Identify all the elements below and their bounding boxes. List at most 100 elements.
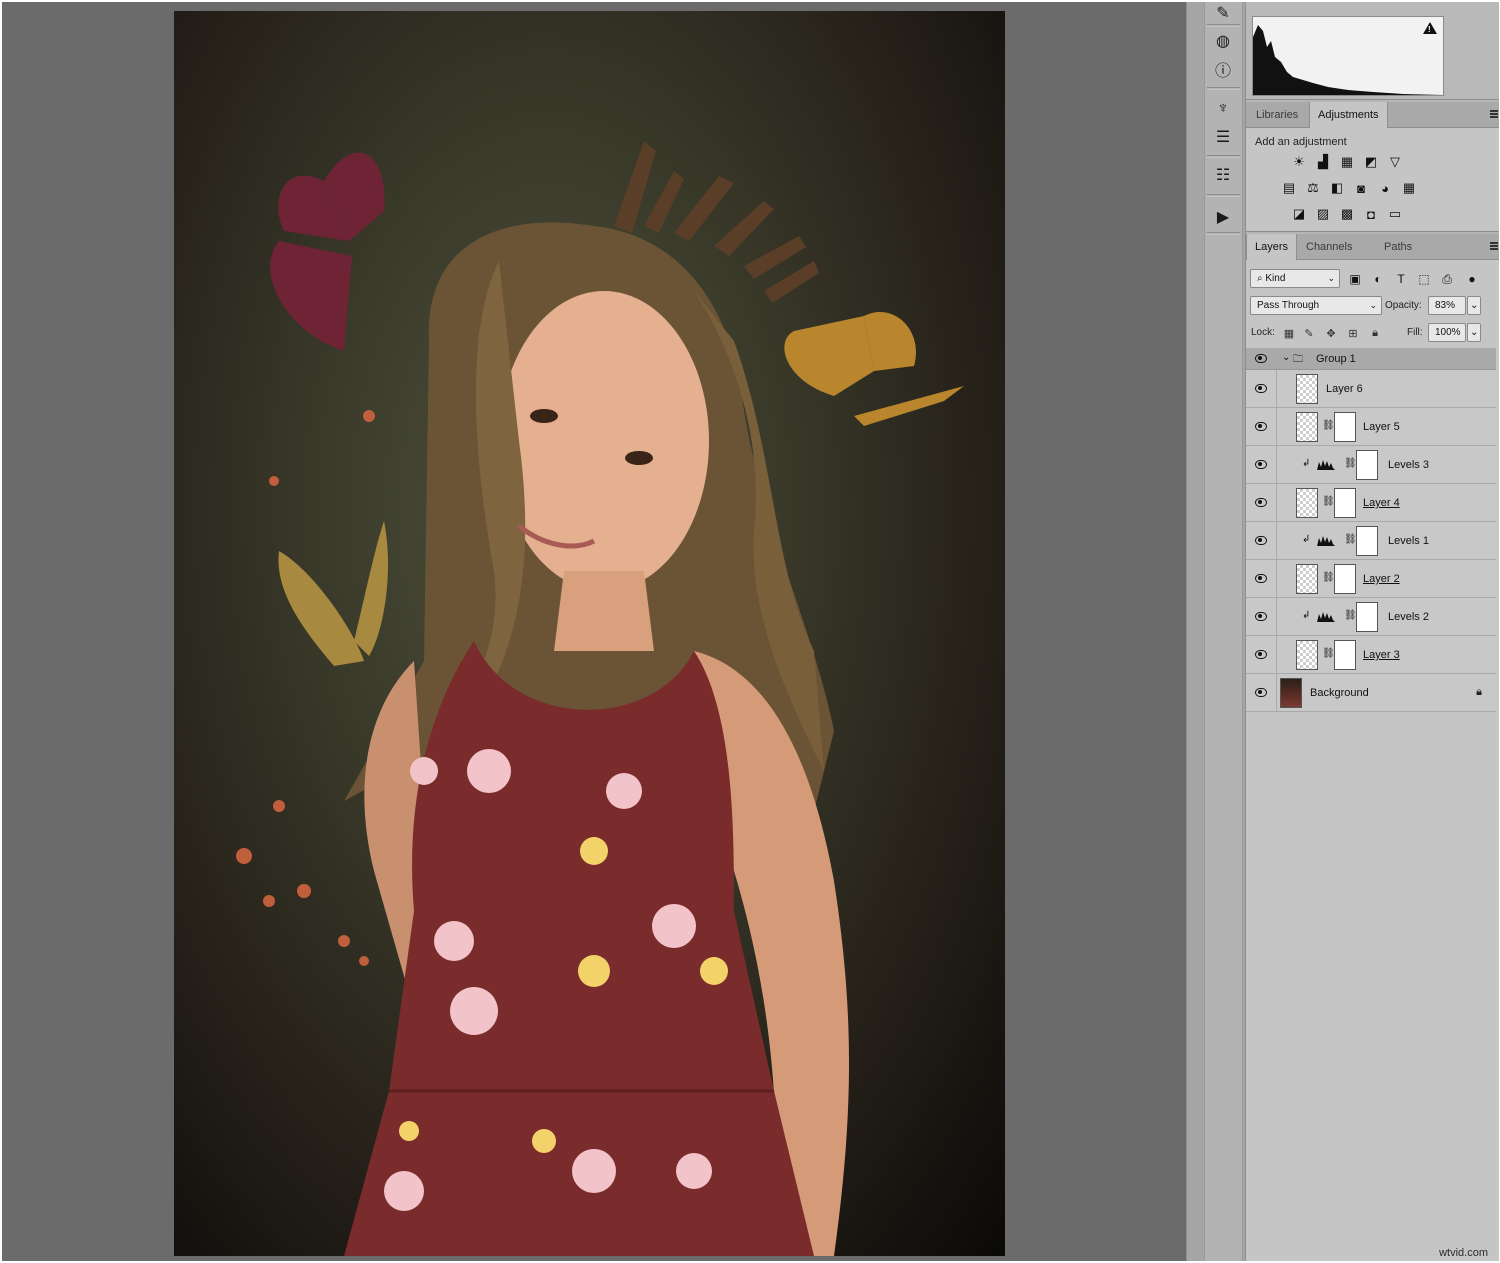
layer-name: Group 1 xyxy=(1316,353,1356,365)
threshold-icon[interactable]: ▩ xyxy=(1338,205,1356,223)
selective-color-icon[interactable]: ◘ xyxy=(1362,205,1380,223)
layer-row[interactable]: ↲ ⛓ Levels 3 xyxy=(1246,446,1496,484)
eye-icon[interactable] xyxy=(1255,497,1267,507)
lock-artboard-icon[interactable]: ⊞ xyxy=(1346,326,1360,340)
eye-icon[interactable] xyxy=(1255,383,1267,393)
actions-play-icon[interactable]: ▶ xyxy=(1211,206,1235,228)
link-icon[interactable]: ⛓ xyxy=(1322,496,1335,507)
color-lookup-icon[interactable]: ▦ xyxy=(1400,179,1418,197)
histogram-graph: ! xyxy=(1252,16,1444,96)
gradient-map-icon[interactable]: ▭ xyxy=(1386,205,1404,223)
shape-filter-icon[interactable]: ⬚ xyxy=(1416,271,1432,287)
brushes-icon[interactable]: ♆ xyxy=(1211,98,1235,120)
fill-field[interactable]: 100% xyxy=(1428,323,1466,342)
clipping-arrow-icon: ↲ xyxy=(1302,534,1311,545)
folder-icon: 🗀︎ xyxy=(1293,354,1303,365)
layer-name: Layer 4 xyxy=(1363,497,1400,509)
link-icon[interactable]: ⛓ xyxy=(1322,572,1335,583)
eye-icon[interactable] xyxy=(1255,649,1267,659)
brush-settings-icon[interactable]: ✎ xyxy=(1211,2,1235,24)
history-icon[interactable]: ☷ xyxy=(1211,164,1235,186)
lock-icon[interactable]: 🔒︎ xyxy=(1476,686,1482,699)
fill-label: Fill: xyxy=(1407,327,1423,338)
blend-mode-select[interactable]: Pass Through ⌄ xyxy=(1250,296,1382,315)
exposure-icon[interactable]: ◩ xyxy=(1362,153,1380,171)
layer-row[interactable]: ↲ ⛓ Levels 2 xyxy=(1246,598,1496,636)
invert-icon[interactable]: ◪ xyxy=(1290,205,1308,223)
lock-image-icon[interactable]: ✎ xyxy=(1302,326,1316,340)
layer-row[interactable]: ⛓ Layer 3 xyxy=(1246,636,1496,674)
adjustment-filter-icon[interactable]: ◐ xyxy=(1370,271,1386,287)
chevron-down-icon: ⌄ xyxy=(1369,300,1377,310)
pixel-filter-icon[interactable]: ▣ xyxy=(1347,271,1363,287)
layer-row[interactable]: ⛓ Layer 2 xyxy=(1246,560,1496,598)
link-icon[interactable]: ⛓ xyxy=(1344,458,1357,469)
tab-libraries[interactable]: Libraries xyxy=(1248,102,1306,128)
layer-row[interactable]: ↲ ⛓ Levels 1 xyxy=(1246,522,1496,560)
layer-name: Layer 3 xyxy=(1363,649,1400,661)
lock-all-icon[interactable]: 🔒︎ xyxy=(1368,326,1382,340)
levels-icon xyxy=(1317,612,1335,622)
brightness-contrast-icon[interactable]: ☀ xyxy=(1290,153,1308,171)
smart-object-filter-icon[interactable]: ⎙ xyxy=(1439,271,1455,287)
histogram-chart xyxy=(1253,25,1443,95)
filter-toggle-icon[interactable]: ● xyxy=(1464,271,1480,287)
vibrance-icon[interactable]: ▽ xyxy=(1386,153,1404,171)
color-balance-icon[interactable]: ⚖ xyxy=(1304,179,1322,197)
layer-row-background[interactable]: Background 🔒︎ xyxy=(1246,674,1496,712)
lock-position-icon[interactable]: ✥ xyxy=(1324,326,1338,340)
levels-icon xyxy=(1317,536,1335,546)
link-icon[interactable]: ⛓ xyxy=(1322,648,1335,659)
dock-separator xyxy=(1207,24,1240,27)
link-icon[interactable]: ⛓ xyxy=(1344,610,1357,621)
link-icon[interactable]: ⛓ xyxy=(1344,534,1357,545)
panel-menu-icon[interactable] xyxy=(1490,242,1498,250)
hue-saturation-icon[interactable]: ▤ xyxy=(1280,179,1298,197)
eye-icon[interactable] xyxy=(1255,353,1267,363)
tab-adjustments[interactable]: Adjustments xyxy=(1309,102,1388,129)
right-panels: ! Libraries Adjustments Add an adjustmen… xyxy=(1245,2,1499,1261)
chevron-down-icon[interactable]: ⌄ xyxy=(1282,352,1290,363)
document-image[interactable] xyxy=(174,11,1005,1256)
type-filter-icon[interactable]: T xyxy=(1393,271,1409,287)
channel-mixer-icon[interactable]: ◕ xyxy=(1376,179,1394,197)
lock-transparent-icon[interactable]: ▦ xyxy=(1282,326,1296,340)
levels-icon[interactable]: ▟ xyxy=(1314,153,1332,171)
cache-warning-icon[interactable]: ! xyxy=(1423,22,1437,34)
eye-icon[interactable] xyxy=(1255,573,1267,583)
clipping-arrow-icon: ↲ xyxy=(1302,458,1311,469)
fill-dropdown[interactable]: ⌄ xyxy=(1467,323,1481,342)
layer-row[interactable]: Layer 6 xyxy=(1246,370,1496,408)
black-white-icon[interactable]: ◧ xyxy=(1328,179,1346,197)
tab-channels[interactable]: Channels xyxy=(1298,234,1360,260)
layer-mask-thumbnail xyxy=(1356,602,1378,632)
properties-icon[interactable]: ☰ xyxy=(1211,126,1235,148)
layer-mask-thumbnail xyxy=(1334,488,1356,518)
filter-kind-select[interactable]: ⌕ Kind ⌄ xyxy=(1250,269,1340,288)
clipping-arrow-icon: ↲ xyxy=(1302,610,1311,621)
tab-layers[interactable]: Layers xyxy=(1246,234,1298,261)
eye-icon[interactable] xyxy=(1255,421,1267,431)
canvas-area[interactable] xyxy=(2,2,1186,1261)
adjustments-tabbar: Libraries Adjustments xyxy=(1246,102,1499,129)
layer-row[interactable]: ⛓ Layer 4 xyxy=(1246,484,1496,522)
opacity-dropdown[interactable]: ⌄ xyxy=(1467,296,1481,315)
eye-icon[interactable] xyxy=(1255,611,1267,621)
eye-icon[interactable] xyxy=(1255,459,1267,469)
chevron-down-icon: ⌄ xyxy=(1470,327,1479,338)
navigator-icon[interactable]: ◍ xyxy=(1211,30,1235,52)
posterize-icon[interactable]: ▨ xyxy=(1314,205,1332,223)
tab-paths[interactable]: Paths xyxy=(1376,234,1420,260)
curves-icon[interactable]: ▦ xyxy=(1338,153,1356,171)
eye-icon[interactable] xyxy=(1255,535,1267,545)
lock-label: Lock: xyxy=(1251,327,1275,338)
link-icon[interactable]: ⛓ xyxy=(1322,420,1335,431)
info-icon[interactable]: ⓘ xyxy=(1211,58,1235,80)
eye-icon[interactable] xyxy=(1255,687,1267,697)
opacity-field[interactable]: 83% xyxy=(1428,296,1466,315)
panel-menu-icon[interactable] xyxy=(1490,110,1498,118)
layer-name: Levels 3 xyxy=(1388,459,1429,471)
layer-row-group[interactable]: ⌄ 🗀︎ Group 1 xyxy=(1246,348,1496,370)
photo-filter-icon[interactable]: ◙ xyxy=(1352,179,1370,197)
layer-row[interactable]: ⛓ Layer 5 xyxy=(1246,408,1496,446)
